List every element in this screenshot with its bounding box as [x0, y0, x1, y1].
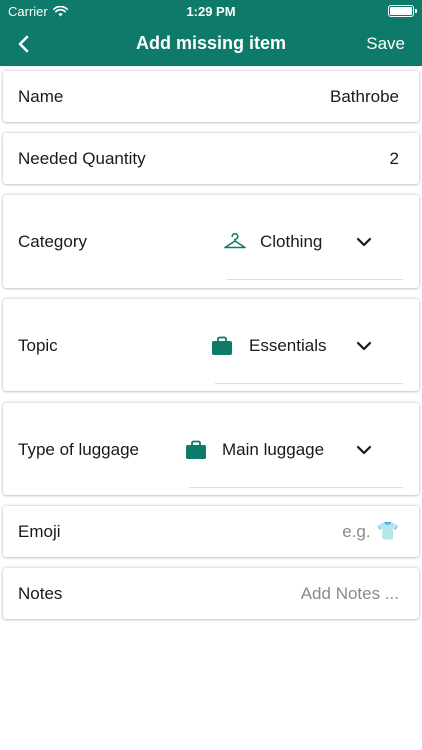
name-label: Name: [18, 87, 64, 106]
status-bar: Carrier 1:29 PM: [0, 0, 422, 22]
battery-icon: [388, 5, 417, 17]
name-value[interactable]: Bathrobe: [330, 87, 399, 107]
emoji-placeholder: e.g.: [342, 521, 371, 541]
notes-label: Notes: [18, 584, 63, 603]
topic-value: Essentials: [249, 336, 327, 355]
quantity-field[interactable]: Needed Quantity 2: [3, 133, 419, 184]
topic-underline: [215, 383, 403, 384]
category-picker[interactable]: Clothing: [223, 230, 403, 280]
category-value: Clothing: [260, 232, 323, 251]
emoji-input[interactable]: e.g. 👕: [342, 521, 399, 542]
navigation-bar: Add missing item Save: [0, 22, 422, 66]
chevron-down-icon: [356, 237, 372, 247]
emoji-field[interactable]: Emoji e.g. 👕: [3, 506, 419, 557]
name-field[interactable]: Name Bathrobe: [3, 71, 419, 122]
notes-input[interactable]: Add Notes ...: [301, 584, 399, 604]
topic-field: Topic Essentials: [3, 299, 419, 391]
chevron-down-icon: [356, 341, 372, 351]
emoji-label: Emoji: [18, 522, 61, 541]
luggage-picker[interactable]: Main luggage: [185, 438, 403, 488]
chevron-down-icon: [356, 445, 372, 455]
hanger-icon: [224, 232, 246, 249]
status-time: 1:29 PM: [186, 4, 236, 19]
quantity-value[interactable]: 2: [390, 149, 399, 169]
page-title: Add missing item: [135, 33, 287, 53]
luggage-field: Type of luggage Main luggage: [3, 403, 419, 495]
quantity-label: Needed Quantity: [18, 149, 146, 168]
save-button[interactable]: Save: [366, 34, 405, 54]
category-label: Category: [18, 232, 87, 251]
category-underline: [227, 279, 403, 280]
notes-field[interactable]: Notes Add Notes ...: [3, 568, 419, 619]
luggage-value: Main luggage: [222, 440, 325, 459]
topic-label: Topic: [18, 336, 58, 355]
briefcase-icon: [186, 440, 206, 459]
luggage-label: Type of luggage: [18, 440, 139, 459]
category-field: Category Clothing: [3, 195, 419, 288]
briefcase-icon: [212, 336, 232, 355]
luggage-underline: [189, 487, 403, 488]
topic-picker[interactable]: Essentials: [211, 334, 403, 384]
shirt-emoji: 👕: [376, 521, 399, 541]
